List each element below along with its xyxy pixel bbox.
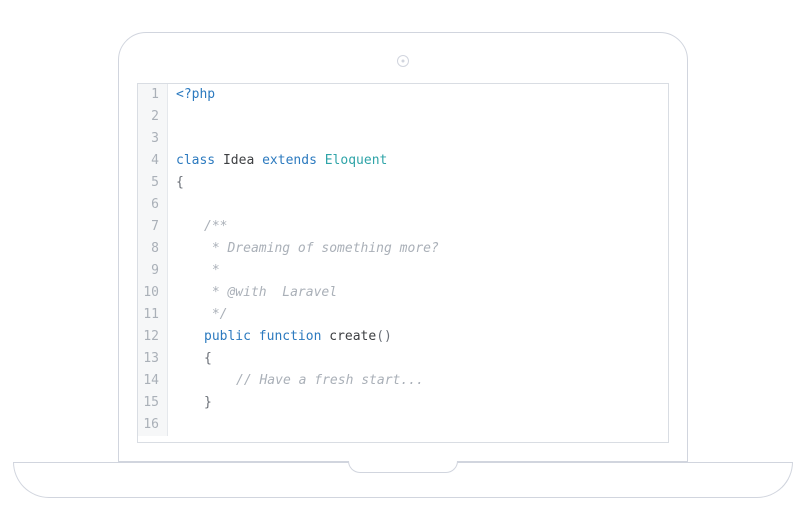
line-number: 16 bbox=[138, 414, 168, 436]
code-line[interactable]: 9 * bbox=[138, 260, 668, 282]
line-number: 2 bbox=[138, 106, 168, 128]
line-number: 15 bbox=[138, 392, 168, 414]
code-line[interactable]: 2 bbox=[138, 106, 668, 128]
code-content[interactable]: public function create() bbox=[168, 326, 668, 348]
line-number: 9 bbox=[138, 260, 168, 282]
code-line[interactable]: 14// Have a fresh start... bbox=[138, 370, 668, 392]
code-line[interactable]: 5{ bbox=[138, 172, 668, 194]
code-content[interactable]: * bbox=[168, 260, 668, 282]
code-line[interactable]: 6 bbox=[138, 194, 668, 216]
code-content[interactable]: /** bbox=[168, 216, 668, 238]
line-number: 5 bbox=[138, 172, 168, 194]
code-editor[interactable]: 1<?php234class Idea extends Eloquent5{67… bbox=[137, 83, 669, 443]
line-number: 4 bbox=[138, 150, 168, 172]
code-content[interactable]: { bbox=[168, 348, 668, 370]
code-line[interactable]: 15} bbox=[138, 392, 668, 414]
trackpad-notch bbox=[348, 461, 458, 473]
line-number: 13 bbox=[138, 348, 168, 370]
code-line[interactable]: 13{ bbox=[138, 348, 668, 370]
laptop-base bbox=[13, 462, 793, 498]
line-number: 12 bbox=[138, 326, 168, 348]
code-content[interactable]: } bbox=[168, 392, 668, 414]
line-number: 14 bbox=[138, 370, 168, 392]
code-line[interactable]: 3 bbox=[138, 128, 668, 150]
code-content[interactable] bbox=[168, 194, 668, 216]
screen-bezel: 1<?php234class Idea extends Eloquent5{67… bbox=[118, 32, 688, 462]
line-number: 6 bbox=[138, 194, 168, 216]
code-content[interactable]: // Have a fresh start... bbox=[168, 370, 668, 392]
line-number: 11 bbox=[138, 304, 168, 326]
code-content[interactable] bbox=[168, 414, 668, 436]
code-content[interactable]: * Dreaming of something more? bbox=[168, 238, 668, 260]
code-content[interactable] bbox=[168, 106, 668, 128]
line-number: 3 bbox=[138, 128, 168, 150]
code-line[interactable]: 10 * @with Laravel bbox=[138, 282, 668, 304]
code-line[interactable]: 8 * Dreaming of something more? bbox=[138, 238, 668, 260]
code-content[interactable]: * @with Laravel bbox=[168, 282, 668, 304]
line-number: 7 bbox=[138, 216, 168, 238]
code-content[interactable]: */ bbox=[168, 304, 668, 326]
code-line[interactable]: 12public function create() bbox=[138, 326, 668, 348]
code-content[interactable] bbox=[168, 128, 668, 150]
code-line[interactable]: 1<?php bbox=[138, 84, 668, 106]
laptop-frame: 1<?php234class Idea extends Eloquent5{67… bbox=[13, 32, 793, 498]
code-line[interactable]: 16 bbox=[138, 414, 668, 436]
code-content[interactable]: <?php bbox=[168, 84, 668, 106]
code-content[interactable]: { bbox=[168, 172, 668, 194]
code-content[interactable]: class Idea extends Eloquent bbox=[168, 150, 668, 172]
camera-icon bbox=[397, 55, 409, 67]
line-number: 10 bbox=[138, 282, 168, 304]
line-number: 8 bbox=[138, 238, 168, 260]
code-line[interactable]: 7/** bbox=[138, 216, 668, 238]
code-line[interactable]: 4class Idea extends Eloquent bbox=[138, 150, 668, 172]
code-line[interactable]: 11 */ bbox=[138, 304, 668, 326]
line-number: 1 bbox=[138, 84, 168, 106]
